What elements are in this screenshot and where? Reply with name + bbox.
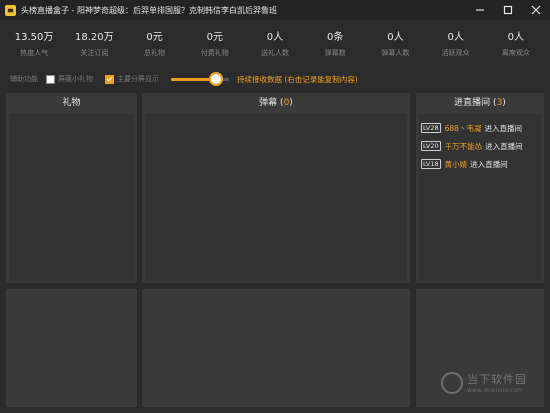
watermark-url: www.downxia.com xyxy=(467,387,523,394)
stat-label: 关注订阅 xyxy=(80,49,109,57)
danmu-list[interactable] xyxy=(145,114,407,280)
stat-danmu-count: 0条 弹幕数 xyxy=(311,32,359,58)
user-name: 千万不能怂 xyxy=(444,141,483,151)
minimize-icon xyxy=(476,9,484,11)
enter-panel-title: 进直播间 (3) xyxy=(454,98,506,108)
stat-gift-senders: 0人 送礼人数 xyxy=(251,32,299,58)
close-icon xyxy=(531,5,541,15)
danmu-title-text: 弹幕 xyxy=(259,98,278,108)
stat-total-gifts: 0元 总礼物 xyxy=(131,32,179,58)
maximize-icon xyxy=(503,5,513,15)
stat-left-viewers: 0人 离席观众 xyxy=(492,32,540,58)
list-item[interactable]: LV20 千万不能怂 进入直播间 xyxy=(421,140,540,152)
enter-title-text: 进直播间 xyxy=(454,98,491,108)
gift-panel: 礼物 xyxy=(6,93,137,283)
slider-thumb[interactable] xyxy=(211,73,222,84)
stat-value: 13.50万 xyxy=(14,32,54,43)
stat-label: 弹幕人数 xyxy=(381,49,410,57)
stat-label: 离席观众 xyxy=(501,49,530,57)
close-button[interactable] xyxy=(528,2,544,18)
stat-value: 0人 xyxy=(387,32,404,43)
title-bar: 头榜直播盒子 - 阳神梦奇超级：后羿单排国服？克制韩信李白凯后羿鲁班 xyxy=(0,0,550,20)
stat-danmu-users: 0人 弹幕人数 xyxy=(371,32,419,58)
main-split-label[interactable]: 主要分屏显示 xyxy=(117,74,159,84)
stat-paid-gifts: 0元 付费礼物 xyxy=(191,32,239,58)
stat-label: 活跃观众 xyxy=(441,49,470,57)
bottom-center-panel[interactable] xyxy=(142,289,410,407)
user-name: 688丶韦凝 xyxy=(444,123,482,133)
enter-count: 3 xyxy=(496,98,503,108)
enter-action: 进入直播间 xyxy=(470,159,508,169)
list-item[interactable]: LV28 688丶韦凝 进入直播间 xyxy=(421,122,540,134)
stat-label: 付费礼物 xyxy=(200,49,229,57)
stat-label: 热度人气 xyxy=(20,49,49,57)
stat-value: 0元 xyxy=(206,32,223,43)
stat-value: 0人 xyxy=(266,32,284,43)
slider-fill xyxy=(171,77,217,81)
stat-subscribers: 18.20万 关注订阅 xyxy=(70,32,118,58)
gift-list[interactable] xyxy=(9,114,134,280)
stat-value: 18.20万 xyxy=(75,32,114,43)
level-badge: LV28 xyxy=(421,123,441,133)
user-name: 黄小婧 xyxy=(444,159,468,169)
watermark-text: 当下软件园 xyxy=(467,373,527,386)
stat-value: 0元 xyxy=(146,32,163,43)
watermark: 当下软件园 www.downxia.com xyxy=(441,371,527,394)
minimize-button[interactable] xyxy=(472,2,488,18)
enter-action: 进入直播间 xyxy=(485,141,523,151)
slider-status-text: 持续接收数据 (右击记录能复制内容) xyxy=(237,74,358,84)
enter-panel: 进直播间 (3) LV28 688丶韦凝 进入直播间 LV20 千万不能怂 进入… xyxy=(416,93,544,283)
danmu-count: 0 xyxy=(283,98,290,108)
stat-value: 0人 xyxy=(447,32,464,43)
watermark-logo-icon xyxy=(441,371,463,394)
enter-list: LV28 688丶韦凝 进入直播间 LV20 千万不能怂 进入直播间 LV18 … xyxy=(421,122,540,176)
level-badge: LV18 xyxy=(421,159,441,169)
maximize-button[interactable] xyxy=(500,2,516,18)
stat-value: 0人 xyxy=(507,32,525,43)
app-logo-icon xyxy=(5,4,16,16)
block-gift-label[interactable]: 屏蔽小礼物 xyxy=(58,74,93,84)
bottom-left-panel[interactable] xyxy=(6,289,137,407)
danmu-panel-title: 弹幕 (0) xyxy=(259,98,293,108)
danmu-panel: 弹幕 (0) xyxy=(142,93,410,283)
list-item[interactable]: LV18 黄小婧 进入直播间 xyxy=(421,158,540,170)
receive-slider[interactable] xyxy=(171,73,229,84)
assist-label[interactable]: 辅助功能 xyxy=(10,74,38,84)
stat-value: 0条 xyxy=(327,32,344,43)
stat-label: 送礼人数 xyxy=(260,49,289,57)
window-title: 头榜直播盒子 - 阳神梦奇超级：后羿单排国服？克制韩信李白凯后羿鲁班 xyxy=(21,5,277,15)
stat-active-viewers: 0人 活跃观众 xyxy=(432,32,480,58)
stat-label: 总礼物 xyxy=(144,49,166,57)
stat-popularity: 13.50万 热度人气 xyxy=(10,32,58,58)
main-split-checkbox[interactable] xyxy=(105,74,114,84)
options-bar: 辅助功能 屏蔽小礼物 主要分屏显示 持续接收数据 (右击记录能复制内容) xyxy=(10,70,358,88)
enter-action: 进入直播间 xyxy=(484,123,522,133)
gift-panel-title: 礼物 xyxy=(62,98,81,108)
block-gift-checkbox[interactable] xyxy=(46,74,55,84)
stats-bar: 13.50万 热度人气 18.20万 关注订阅 0元 总礼物 0元 付费礼物 0… xyxy=(0,32,550,62)
stat-label: 弹幕数 xyxy=(324,49,346,57)
level-badge: LV20 xyxy=(421,141,441,151)
